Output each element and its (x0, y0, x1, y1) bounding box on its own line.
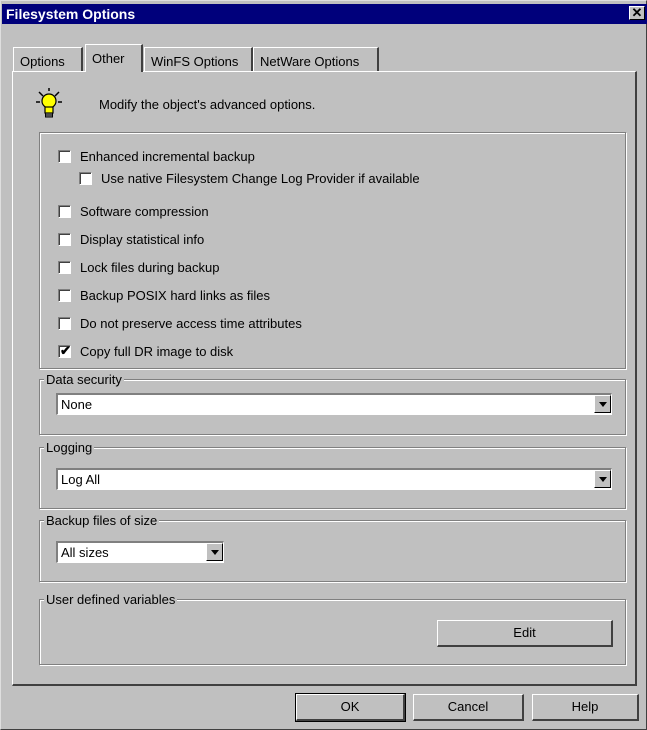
checkbox-label: Do not preserve access time attributes (80, 316, 302, 331)
checkbox-box-checked[interactable]: ✔ (58, 343, 71, 358)
chevron-down-icon (599, 477, 607, 482)
data-security-dropdown[interactable]: None (56, 393, 612, 415)
user-variables-label: User defined variables (44, 592, 178, 607)
checkmark-icon: ✔ (60, 343, 71, 358)
checkbox-label: Enhanced incremental backup (80, 149, 255, 164)
cancel-button-label: Cancel (447, 699, 489, 714)
checkbox-box[interactable] (58, 233, 71, 246)
edit-button-label: Edit (513, 625, 536, 640)
user-variables-group: User defined variables Edit (39, 592, 626, 665)
title-bar: Filesystem Options ✕ (2, 4, 647, 24)
checkbox-box[interactable] (58, 150, 71, 163)
tab-winfs-options[interactable]: WinFS Options (144, 47, 253, 71)
backup-size-dropdown[interactable]: All sizes (56, 541, 224, 563)
tab-other-label: Other (92, 51, 125, 66)
tab-panel-other: Modify the object's advanced options. En… (12, 71, 637, 686)
checkbox-label: Lock files during backup (80, 260, 220, 275)
cancel-button[interactable]: Cancel (413, 694, 524, 721)
data-security-group: Data security None (39, 372, 626, 435)
checkbox-label: Backup POSIX hard links as files (80, 288, 271, 303)
advanced-options-group: Enhanced incremental backup Use native F… (39, 132, 626, 369)
close-button[interactable]: ✕ (629, 6, 645, 20)
tab-other[interactable]: Other (85, 44, 143, 72)
ok-button-label: OK (340, 699, 360, 714)
logging-label: Logging (44, 440, 95, 455)
tab-options-label: Options (20, 54, 65, 69)
logging-value: Log All (61, 472, 101, 487)
checkbox-label: Copy full DR image to disk (80, 344, 234, 359)
backup-size-label: Backup files of size (44, 513, 160, 528)
help-button-label: Help (571, 699, 599, 714)
lightbulb-icon (36, 88, 62, 118)
logging-group: Logging Log All (39, 440, 626, 509)
edit-button[interactable]: Edit (437, 620, 613, 647)
close-icon: ✕ (631, 5, 643, 20)
tab-netware-options[interactable]: NetWare Options (253, 47, 379, 71)
header-description: Modify the object's advanced options. (99, 97, 316, 112)
checkbox-box[interactable] (58, 205, 71, 218)
backup-size-group: Backup files of size All sizes (39, 513, 626, 582)
tab-options[interactable]: Options (13, 47, 83, 71)
checkbox-label: Software compression (80, 204, 209, 219)
dropdown-button[interactable] (206, 543, 223, 561)
chevron-down-icon (211, 550, 219, 555)
data-security-value: None (61, 397, 93, 412)
checkbox-label: Display statistical info (80, 232, 205, 247)
ok-button[interactable]: OK (295, 693, 406, 722)
tab-netware-label: NetWare Options (260, 54, 360, 69)
checkbox-box[interactable] (58, 289, 71, 302)
backup-size-value: All sizes (61, 545, 109, 560)
checkbox-label: Use native Filesystem Change Log Provide… (101, 171, 420, 186)
dialog-window: Filesystem Options ✕ Options Other WinFS… (0, 0, 647, 730)
window-title: Filesystem Options (6, 6, 136, 22)
tab-winfs-label: WinFS Options (151, 54, 239, 69)
chevron-down-icon (599, 402, 607, 407)
checkbox-box[interactable] (58, 317, 71, 330)
dropdown-button[interactable] (594, 395, 611, 413)
logging-dropdown[interactable]: Log All (56, 468, 612, 490)
dropdown-button[interactable] (594, 470, 611, 488)
checkbox-box[interactable] (79, 172, 92, 185)
checkbox-box[interactable] (58, 261, 71, 274)
data-security-label: Data security (44, 372, 124, 387)
help-button[interactable]: Help (532, 694, 639, 721)
